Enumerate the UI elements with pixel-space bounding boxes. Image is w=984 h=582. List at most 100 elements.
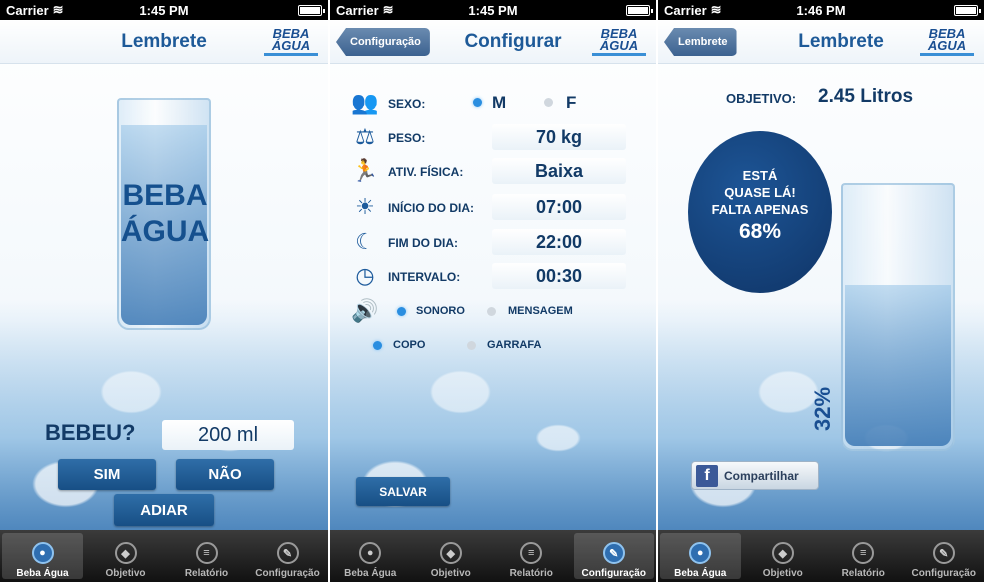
page-title: Lembrete <box>121 30 207 52</box>
yes-button[interactable]: SIM <box>58 459 156 490</box>
carrier-label: Carrier <box>664 2 707 18</box>
beba-agua-tab-icon: ● <box>689 542 712 564</box>
circle-percent: 68% <box>738 220 782 243</box>
tab-label: Beba Água <box>344 568 397 579</box>
circle-line3: FALTA APENAS <box>711 202 809 217</box>
copo-label: COPO <box>393 339 426 351</box>
battery-icon <box>298 4 325 16</box>
fim-field[interactable]: 22:00 <box>492 229 626 255</box>
page-title: Lembrete <box>798 30 884 52</box>
glass-title-line1: BEBA <box>122 179 208 212</box>
tab-relatorio[interactable]: ≡ Relatório <box>166 530 247 582</box>
intervalo-label: INTERVALO: <box>388 270 461 284</box>
carrier-label: Carrier <box>336 2 379 18</box>
garrafa-radio[interactable] <box>467 341 476 350</box>
amount-field[interactable]: 200 ml <box>162 420 294 450</box>
page-title: Configurar <box>464 30 562 52</box>
tab-bar: ● Beba Água ◆ Objetivo ≡ Relatório ✎ Configu… <box>658 530 984 582</box>
tab-relatorio[interactable]: ≡ Relatório <box>491 530 572 582</box>
sonoro-radio[interactable] <box>397 307 406 316</box>
list-icon: ≡ <box>852 542 875 564</box>
speaker-icon: 🔊 <box>351 298 379 323</box>
tab-label: Relatório <box>509 568 553 579</box>
sun-icon: ☀ <box>355 194 375 219</box>
glass-fill <box>845 284 951 446</box>
tab-objetivo[interactable]: ◆ Objetivo <box>411 530 492 582</box>
circle-line1: ESTÁ <box>742 168 778 183</box>
wifi-icon: ≋ <box>52 2 64 17</box>
save-button[interactable]: SALVAR <box>356 477 450 506</box>
wrench-icon: ✎ <box>932 542 955 564</box>
tab-label: Relatório <box>184 568 229 579</box>
runner-icon: 🏃 <box>351 158 379 183</box>
progress-glass <box>841 183 955 451</box>
nav-bar: Lembrete Lembrete BEBA ÁGUA <box>658 20 984 64</box>
tab-label: Configuração <box>911 568 976 579</box>
tab-beba-agua[interactable]: ● Beba Água <box>330 530 411 582</box>
tab-label: Objetivo <box>430 568 471 579</box>
battery-icon <box>954 4 981 16</box>
fim-label: FIM DO DIA: <box>388 236 458 250</box>
screen-beba-agua: Carrier ≋ 1:45 PM Lembrete BEBA ÁGUA BEBA … <box>0 0 328 582</box>
beba-agua-logo: BEBA ÁGUA <box>592 27 646 56</box>
list-icon: ≡ <box>195 542 218 564</box>
beba-agua-logo: BEBA ÁGUA <box>264 27 318 56</box>
sonoro-label: SONORO <box>416 305 465 317</box>
status-bar: Carrier ≋ 1:46 PM <box>658 0 984 20</box>
tab-objetivo[interactable]: ◆ Objetivo <box>85 530 166 582</box>
tab-bar: ● Beba Água ◆ Objetivo ≡ Relatório ✎ Configu… <box>0 530 328 582</box>
drop-icon: ◆ <box>114 542 137 564</box>
clock-icon: ◷ <box>355 263 375 288</box>
beba-agua-tab-icon: ● <box>359 542 382 564</box>
screen-configurar: Carrier ≋ 1:45 PM Configuração Configurar… <box>328 0 656 582</box>
drank-question: BEBEU? <box>45 420 136 445</box>
no-button[interactable]: NÃO <box>176 459 274 490</box>
people-icon: 👥 <box>351 90 379 115</box>
status-bar: Carrier ≋ 1:45 PM <box>0 0 328 20</box>
back-button[interactable]: Configuração <box>336 28 430 56</box>
wrench-icon: ✎ <box>602 542 625 564</box>
peso-label: PESO: <box>388 131 426 145</box>
intervalo-field[interactable]: 00:30 <box>492 263 626 289</box>
copo-radio[interactable] <box>373 341 382 350</box>
sexo-m-radio[interactable] <box>473 98 482 107</box>
inicio-field[interactable]: 07:00 <box>492 194 626 220</box>
remaining-circle: ESTÁ QUASE LÁ! FALTA APENAS 68% <box>688 131 832 293</box>
peso-field[interactable]: 70 kg <box>492 124 626 150</box>
screen-objetivo: Carrier ≋ 1:46 PM Lembrete Lembrete BEBA Á… <box>656 0 984 582</box>
tab-configuracao[interactable]: ✎ Configuração <box>247 530 328 582</box>
tab-beba-agua[interactable]: ● Beba Água <box>660 533 741 579</box>
tab-beba-agua[interactable]: ● Beba Água <box>2 533 83 579</box>
atividade-field[interactable]: Baixa <box>492 158 626 184</box>
objective-value: 2.45 Litros <box>818 86 914 107</box>
mensagem-radio[interactable] <box>487 307 496 316</box>
tab-bar: ● Beba Água ◆ Objetivo ≡ Relatório ✎ Configu… <box>330 530 656 582</box>
sexo-f-radio[interactable] <box>544 98 553 107</box>
wrench-icon: ✎ <box>276 542 299 564</box>
facebook-icon: f <box>696 464 718 487</box>
tab-label: Configuração <box>255 568 320 579</box>
tab-label: Configuração <box>581 568 646 579</box>
glass-title: BEBA ÁGUA <box>110 178 220 250</box>
tab-configuracao[interactable]: ✎ Configuração <box>573 533 654 579</box>
circle-line2: QUASE LÁ! <box>724 185 796 200</box>
share-button[interactable]: f Compartilhar <box>691 461 819 490</box>
share-label: Compartilhar <box>724 468 799 483</box>
tab-label: Objetivo <box>762 568 803 579</box>
tab-objetivo[interactable]: ◆ Objetivo <box>743 530 824 582</box>
battery-icon <box>626 4 653 16</box>
tab-label: Beba Água <box>16 568 69 579</box>
tab-label: Objetivo <box>105 568 146 579</box>
tab-relatorio[interactable]: ≡ Relatório <box>823 530 904 582</box>
mensagem-label: MENSAGEM <box>508 305 573 317</box>
postpone-button[interactable]: ADIAR <box>114 494 214 526</box>
nav-bar: Lembrete BEBA ÁGUA <box>0 20 328 64</box>
list-icon: ≡ <box>520 542 543 564</box>
wifi-icon: ≋ <box>382 2 394 17</box>
back-button[interactable]: Lembrete <box>664 28 737 56</box>
nav-bar: Configuração Configurar BEBA ÁGUA <box>330 20 656 64</box>
sexo-f-label: F <box>566 93 577 112</box>
tab-configuracao[interactable]: ✎ Configuração <box>904 530 984 582</box>
inicio-label: INÍCIO DO DIA: <box>388 201 474 215</box>
tab-label: Relatório <box>841 568 885 579</box>
